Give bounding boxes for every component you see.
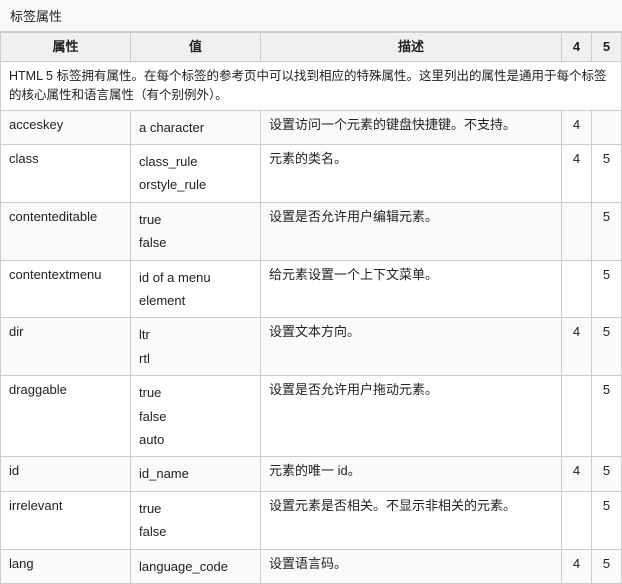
cell-v5: 5 <box>592 318 622 376</box>
cell-value: ltrrtl <box>131 318 261 376</box>
cell-desc: 元素的唯一 id。 <box>261 457 562 491</box>
cell-v5 <box>592 110 622 144</box>
cell-attr: contenteditable <box>1 202 131 260</box>
cell-value: a character <box>131 110 261 144</box>
cell-attr: acceskey <box>1 110 131 144</box>
cell-attr: lang <box>1 549 131 583</box>
table-row: idid_name元素的唯一 id。45 <box>1 457 622 491</box>
cell-v5: 5 <box>592 549 622 583</box>
table-row: acceskeya character设置访问一个元素的键盘快捷键。不支持。4 <box>1 110 622 144</box>
header-desc: 描述 <box>261 33 562 62</box>
cell-v4 <box>562 376 592 457</box>
cell-v4: 4 <box>562 457 592 491</box>
header-val: 值 <box>131 33 261 62</box>
cell-value: truefalse <box>131 202 261 260</box>
table-row: draggabletruefalseauto设置是否允许用户拖动元素。 5 <box>1 376 622 457</box>
cell-attr: dir <box>1 318 131 376</box>
table-row: dirltrrtl设置文本方向。45 <box>1 318 622 376</box>
table-row: contenteditabletruefalse设置是否允许用户编辑元素。 5 <box>1 202 622 260</box>
header-5: 5 <box>592 33 622 62</box>
cell-v5: 5 <box>592 202 622 260</box>
cell-value: class_ruleorstyle_rule <box>131 145 261 203</box>
cell-value: id of a menuelement <box>131 260 261 318</box>
cell-desc: 元素的类名。 <box>261 145 562 203</box>
cell-value: language_code <box>131 549 261 583</box>
cell-v4: 4 <box>562 318 592 376</box>
cell-desc: 给元素设置一个上下文菜单。 <box>261 260 562 318</box>
cell-desc: 设置文本方向。 <box>261 318 562 376</box>
cell-value: id_name <box>131 457 261 491</box>
cell-desc: 设置访问一个元素的键盘快捷键。不支持。 <box>261 110 562 144</box>
table-row: langlanguage_code设置语言码。45 <box>1 549 622 583</box>
cell-value: truefalseauto <box>131 376 261 457</box>
cell-attr: id <box>1 457 131 491</box>
table-row: classclass_ruleorstyle_rule元素的类名。45 <box>1 145 622 203</box>
table-row: contentextmenuid of a menuelement给元素设置一个… <box>1 260 622 318</box>
cell-desc: 设置语言码。 <box>261 549 562 583</box>
cell-v4 <box>562 202 592 260</box>
cell-attr: contentextmenu <box>1 260 131 318</box>
header-attr: 属性 <box>1 33 131 62</box>
cell-v4: 4 <box>562 145 592 203</box>
cell-v4: 4 <box>562 549 592 583</box>
cell-v5: 5 <box>592 260 622 318</box>
cell-v5: 5 <box>592 457 622 491</box>
cell-attr: class <box>1 145 131 203</box>
header-4: 4 <box>562 33 592 62</box>
table-intro-row: HTML 5 标签拥有属性。在每个标签的参考页中可以找到相应的特殊属性。这里列出… <box>1 62 622 111</box>
cell-v5: 5 <box>592 145 622 203</box>
page-title: 标签属性 <box>0 0 622 32</box>
cell-attr: draggable <box>1 376 131 457</box>
table-header-row: 属性 值 描述 4 5 <box>1 33 622 62</box>
cell-desc: 设置是否允许用户编辑元素。 <box>261 202 562 260</box>
attributes-table: 属性 值 描述 4 5 HTML 5 标签拥有属性。在每个标签的参考页中可以找到… <box>0 32 622 584</box>
cell-desc: 设置是否允许用户拖动元素。 <box>261 376 562 457</box>
cell-v5: 5 <box>592 376 622 457</box>
cell-v4: 4 <box>562 110 592 144</box>
intro-text: HTML 5 标签拥有属性。在每个标签的参考页中可以找到相应的特殊属性。这里列出… <box>1 62 622 111</box>
cell-v4 <box>562 260 592 318</box>
